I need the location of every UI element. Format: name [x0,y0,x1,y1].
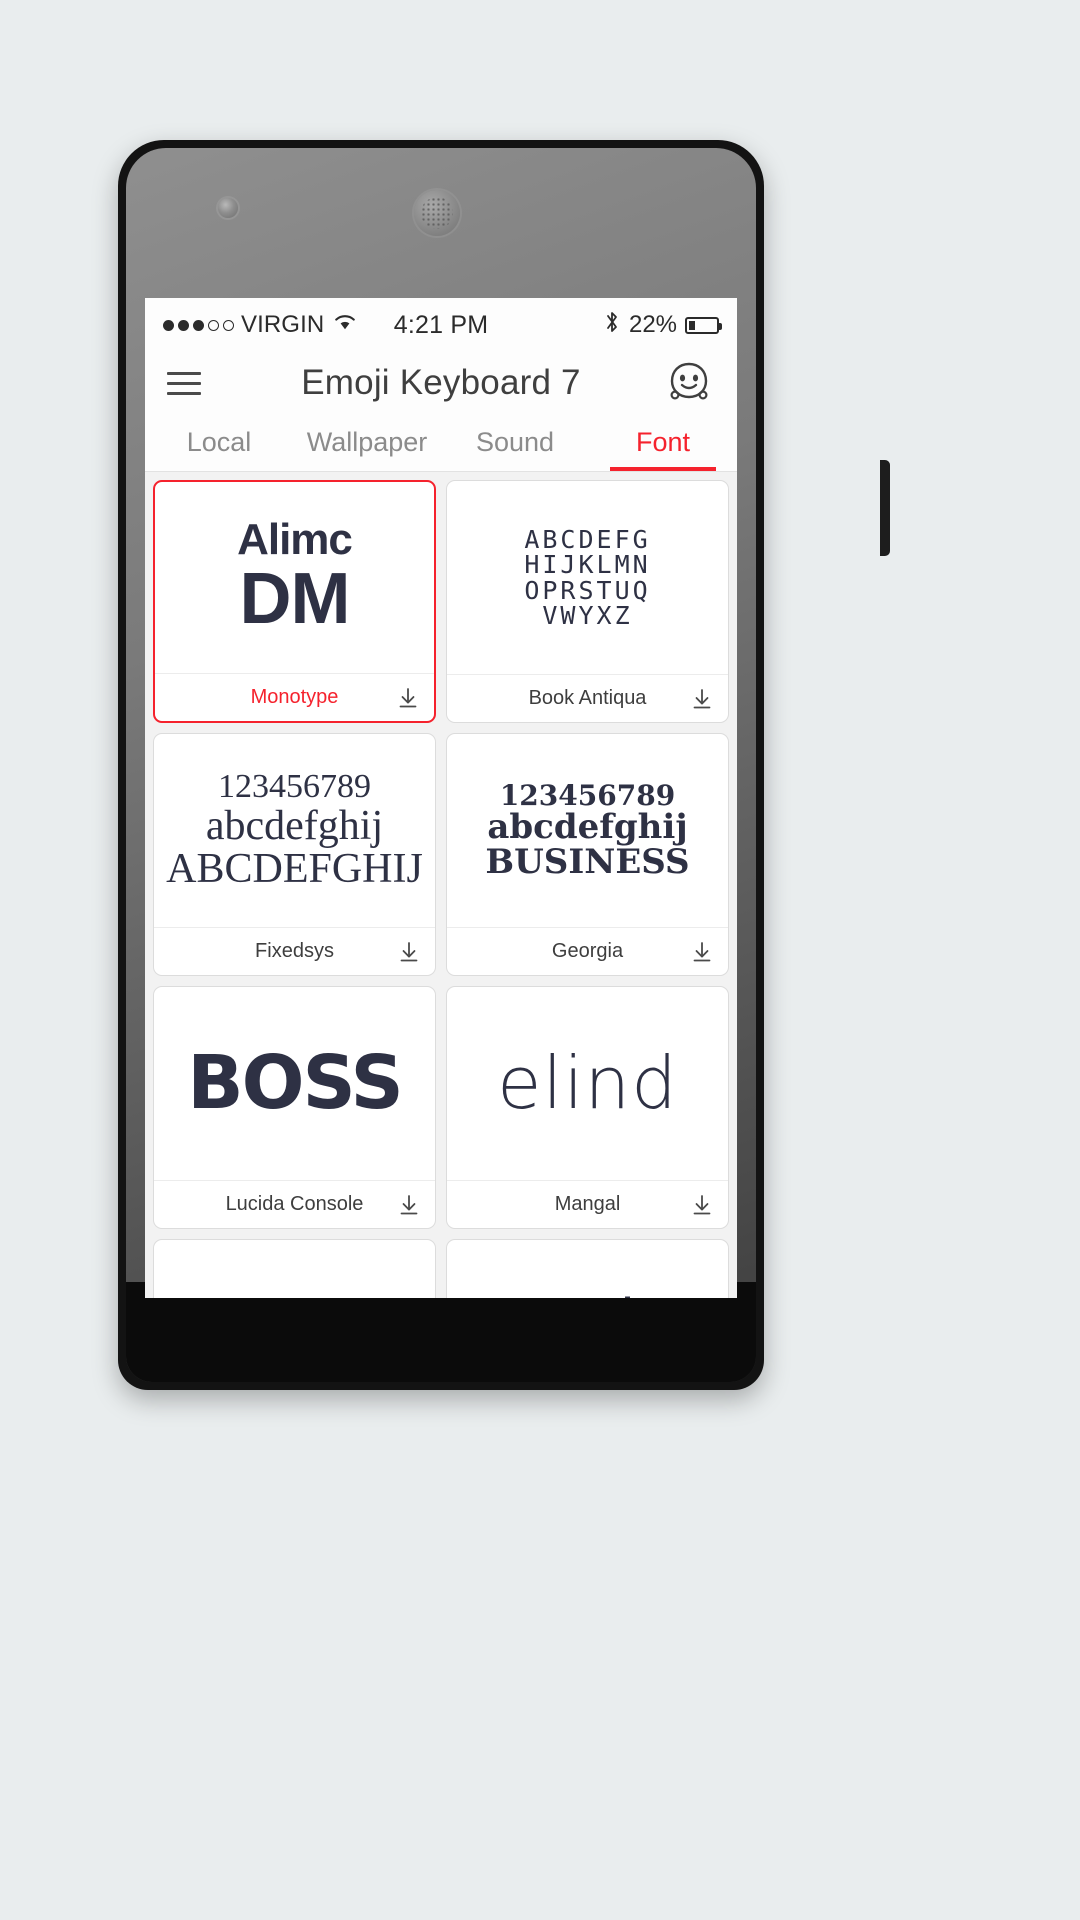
tab-font[interactable]: Font [589,414,737,471]
font-card[interactable]: elind Mangal [446,986,729,1229]
font-preview-line: 123456789 [499,778,676,812]
font-name-label: Monotype [250,686,339,708]
font-card-footer: Georgia [447,927,728,975]
font-name-label: Book Antiqua [528,687,647,709]
font-card-footer: Monotype [155,673,434,721]
category-tabs: Local Wallpaper Sound Font [145,414,737,472]
status-bar-right: 22% [488,309,723,342]
earpiece-speaker-icon [414,190,460,236]
font-preview-line: OPRSTUQ [524,575,651,605]
tab-label: Font [635,427,691,457]
wifi-icon [333,311,357,339]
font-preview-line: BOSS [187,1039,404,1126]
tab-label: Wallpaper [306,427,428,457]
tab-local[interactable]: Local [145,414,293,471]
font-card[interactable]: G.TA [153,1239,436,1298]
download-icon[interactable] [397,940,421,964]
font-preview-line: Road [543,1292,633,1298]
font-card-footer: Book Antiqua [447,674,728,722]
signal-strength-icon [163,319,234,331]
font-card[interactable]: 123456789 abcdefghij ABCDEFGHIJ Fixedsys [153,733,436,976]
battery-percent-label: 22% [628,311,678,338]
font-preview: 123456789 abcdefghij BUSINESS [447,734,728,927]
download-icon[interactable] [690,940,714,964]
font-preview: Alimc DM [155,482,434,673]
font-card[interactable]: Alimc DM Monotype [153,480,436,723]
font-preview-line: DM [239,559,351,640]
font-preview-line: elind [497,1040,678,1125]
tab-sound[interactable]: Sound [441,414,589,471]
download-icon[interactable] [396,686,420,710]
tab-label: Local [186,427,252,457]
font-name-label: Mangal [554,1193,621,1215]
phone-screen: VIRGIN 4:21 PM 22% Emoji Keyboard 7 Loca… [145,298,737,1298]
font-preview-line: BUSINESS [485,841,690,882]
font-card-grid[interactable]: Alimc DM Monotype ABCDEFG HIJKLMN OPRSTUQ VWYX… [145,472,737,1298]
download-icon[interactable] [690,687,714,711]
font-preview-line: ABCDEFG [524,524,651,554]
page-title: Emoji Keyboard 7 [301,363,581,402]
app-navigation-bar: Emoji Keyboard 7 [145,352,737,414]
font-preview-line: ABCDEFGHIJ [166,845,423,892]
download-icon[interactable] [690,1193,714,1217]
font-name-label: Georgia [551,940,624,962]
font-card-footer: Fixedsys [154,927,435,975]
font-preview-line: abcdefghij [205,803,384,849]
font-preview-line: HIJKLMN [524,550,651,579]
font-card-footer: Mangal [447,1180,728,1228]
font-preview: elind [447,987,728,1180]
hamburger-menu-icon[interactable] [167,371,201,395]
font-preview: 123456789 abcdefghij ABCDEFGHIJ [154,734,435,927]
font-preview-line: Alimc [237,515,353,565]
font-name-label: Lucida Console [225,1193,364,1215]
status-bar-left: VIRGIN [163,311,394,339]
smiley-face-icon[interactable] [663,357,715,409]
font-card[interactable]: RoadShow [446,1239,729,1298]
phone-power-button [880,460,890,556]
font-preview: BOSS [154,987,435,1180]
status-bar-clock: 4:21 PM [393,310,489,339]
font-name-label: Fixedsys [255,940,334,962]
front-camera-icon [218,198,238,218]
battery-icon [685,316,723,334]
bluetooth-icon [603,309,621,342]
download-icon[interactable] [397,1193,421,1217]
font-card[interactable]: BOSS Lucida Console [153,986,436,1229]
font-card[interactable]: 123456789 abcdefghij BUSINESS Georgia [446,733,729,976]
font-card-footer: Lucida Console [154,1180,435,1228]
font-preview: RoadShow [447,1240,728,1298]
font-preview-line: abcdefghij [487,807,688,848]
font-card[interactable]: ABCDEFG HIJKLMN OPRSTUQ VWYXZ Book Antiqua [446,480,729,723]
font-preview-line: VWYXZ [542,601,633,630]
status-bar: VIRGIN 4:21 PM 22% [145,298,737,352]
carrier-label: VIRGIN [241,311,325,338]
tab-wallpaper[interactable]: Wallpaper [293,414,441,471]
font-preview-line: 123456789 [218,768,371,806]
font-preview: G.TA [154,1240,435,1298]
tab-label: Sound [475,427,555,457]
screenshot-stage: VIRGIN 4:21 PM 22% Emoji Keyboard 7 Loca… [0,0,1080,1920]
phone-top-bezel [126,148,756,318]
font-preview: ABCDEFG HIJKLMN OPRSTUQ VWYXZ [447,481,728,674]
